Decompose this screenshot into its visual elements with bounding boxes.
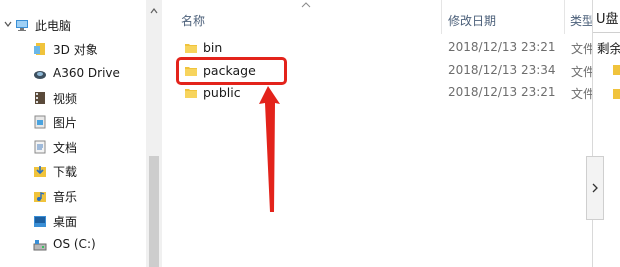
cloud-drive-icon [34, 71, 46, 79]
nav-item-pictures[interactable]: 图片 [0, 111, 146, 133]
panel-divider [593, 32, 620, 33]
folder-icon [613, 65, 620, 75]
file-type: 文件夹 [571, 87, 593, 101]
nav-item-label: 下载 [53, 165, 78, 179]
documents-folder-icon [34, 140, 46, 154]
file-type: 文件夹 [571, 65, 593, 79]
file-type: 文件夹 [571, 42, 593, 56]
expand-panel-button[interactable] [586, 156, 604, 220]
scrollbar-thumb[interactable] [149, 156, 159, 267]
chevron-right-icon [592, 183, 598, 193]
nav-item-label: 图片 [53, 116, 78, 130]
nav-scrollbar[interactable] [146, 0, 162, 267]
folder-icon [613, 89, 620, 99]
column-header-label: 修改日期 [448, 14, 497, 28]
scroll-up-icon[interactable] [150, 8, 158, 14]
file-row-bin[interactable]: bin 2018/12/13 23:21 文件夹 [163, 37, 593, 59]
drive-icon [33, 240, 47, 251]
nav-item-label: 桌面 [53, 215, 78, 229]
highlight-box [176, 57, 287, 85]
nav-item-label: 文档 [53, 141, 78, 155]
nav-item-desktop[interactable]: 桌面 [0, 210, 146, 232]
desktop-folder-icon [34, 216, 46, 227]
3d-objects-icon [34, 43, 45, 55]
column-header-name[interactable]: 名称 [163, 0, 441, 34]
nav-item-label: 视频 [53, 92, 78, 106]
column-header-type[interactable]: 类型 [564, 0, 592, 34]
video-folder-icon [35, 92, 45, 104]
folder-icon [185, 44, 197, 53]
column-header-label: 类型 [570, 14, 592, 28]
nav-item-label: OS (C:) [53, 237, 96, 251]
nav-item-os-drive[interactable]: OS (C:) [0, 234, 146, 256]
column-header-label: 名称 [181, 14, 206, 28]
nav-item-this-pc[interactable]: 此电脑 [0, 14, 146, 36]
nav-item-label: A360 Drive [53, 66, 120, 80]
file-name: public [203, 85, 241, 100]
file-date: 2018/12/13 23:34 [448, 63, 556, 77]
folder-icon [185, 89, 197, 98]
music-folder-icon [34, 192, 46, 202]
downloads-folder-icon [34, 166, 46, 177]
sort-ascending-icon [301, 2, 311, 8]
nav-item-label: 音乐 [53, 190, 78, 204]
file-name: bin [203, 40, 223, 55]
nav-item-music[interactable]: 音乐 [0, 185, 146, 207]
computer-icon [16, 20, 28, 31]
drive-panel: U盘 剩余 [592, 0, 620, 267]
chevron-down-icon[interactable] [4, 19, 12, 29]
nav-item-label: 3D 对象 [53, 43, 98, 57]
pictures-folder-icon [34, 115, 46, 129]
drive-panel-title: U盘 [596, 12, 619, 27]
nav-item-a360-drive[interactable]: A360 Drive [0, 63, 146, 85]
nav-item-downloads[interactable]: 下载 [0, 160, 146, 182]
drive-free-label: 剩余 [597, 41, 620, 56]
file-date: 2018/12/13 23:21 [448, 40, 556, 54]
nav-item-label: 此电脑 [35, 19, 72, 33]
nav-item-documents[interactable]: 文档 [0, 136, 146, 158]
column-header-date[interactable]: 修改日期 [441, 0, 564, 34]
nav-item-videos[interactable]: 视频 [0, 87, 146, 109]
navigation-pane: 此电脑 3D 对象 A360 Drive 视频 图片 文档 下载 音乐 桌面 O… [0, 0, 162, 267]
file-row-public[interactable]: public 2018/12/13 23:21 文件夹 [163, 82, 593, 104]
file-date: 2018/12/13 23:21 [448, 85, 556, 99]
nav-item-3d-objects[interactable]: 3D 对象 [0, 38, 146, 60]
